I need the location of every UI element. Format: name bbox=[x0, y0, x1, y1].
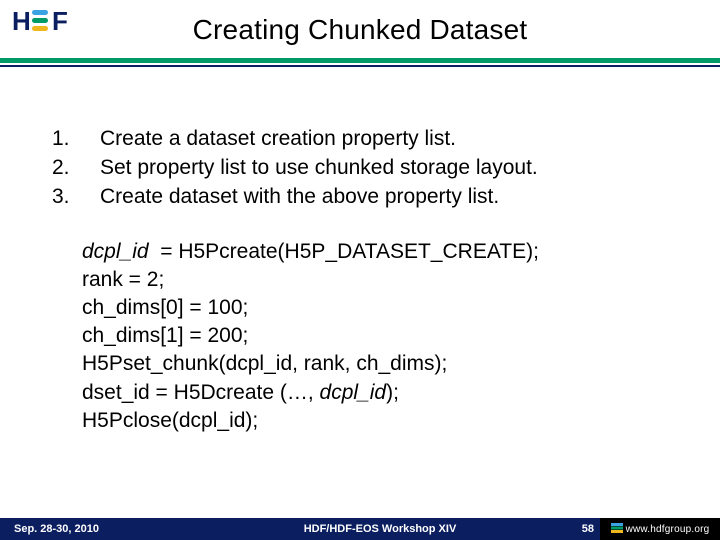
footer-brand: www.hdfgroup.org bbox=[600, 518, 720, 540]
footer-workshop: HDF/HDF-EOS Workshop XIV bbox=[200, 523, 560, 535]
hdf-mini-logo-icon bbox=[611, 523, 623, 536]
slide: H F Creating Chunked Dataset 1. Create a… bbox=[0, 0, 720, 540]
code-line: ch_dims[1] = 200; bbox=[82, 322, 668, 350]
code-line: dset_id = H5Dcreate (…, dcpl_id); bbox=[82, 379, 668, 407]
code-ital: dcpl_id bbox=[320, 381, 387, 404]
code-text: ); bbox=[386, 381, 399, 404]
code-block: dcpl_id = H5Pcreate(H5P_DATASET_CREATE);… bbox=[52, 238, 668, 435]
footer: Sep. 28-30, 2010 HDF/HDF-EOS Workshop XI… bbox=[0, 518, 720, 540]
step-number: 1. bbox=[52, 125, 100, 154]
code-line: H5Pset_chunk(dcpl_id, rank, ch_dims); bbox=[82, 350, 668, 378]
list-item: 2. Set property list to use chunked stor… bbox=[52, 154, 668, 183]
step-number: 2. bbox=[52, 154, 100, 183]
step-number: 3. bbox=[52, 183, 100, 212]
code-text: dset_id = H5Dcreate (…, bbox=[82, 381, 320, 404]
code-line: dcpl_id = H5Pcreate(H5P_DATASET_CREATE); bbox=[82, 238, 668, 266]
svg-text:H: H bbox=[12, 6, 31, 36]
divider-green bbox=[0, 58, 720, 63]
code-line: ch_dims[0] = 100; bbox=[82, 294, 668, 322]
numbered-steps: 1. Create a dataset creation property li… bbox=[52, 125, 668, 212]
code-text: = H5Pcreate(H5P_DATASET_CREATE); bbox=[160, 240, 539, 263]
hdf-logo: H F bbox=[12, 6, 76, 45]
step-text: Create a dataset creation property list. bbox=[100, 125, 456, 154]
code-line: H5Pclose(dcpl_id); bbox=[82, 407, 668, 435]
step-text: Create dataset with the above property l… bbox=[100, 183, 499, 212]
list-item: 3. Create dataset with the above propert… bbox=[52, 183, 668, 212]
footer-page: 58 bbox=[560, 523, 600, 535]
slide-title: Creating Chunked Dataset bbox=[0, 10, 720, 58]
list-item: 1. Create a dataset creation property li… bbox=[52, 125, 668, 154]
footer-date: Sep. 28-30, 2010 bbox=[0, 523, 200, 535]
divider-navy bbox=[0, 65, 720, 67]
step-text: Set property list to use chunked storage… bbox=[100, 154, 538, 183]
footer-url: www.hdfgroup.org bbox=[626, 524, 710, 535]
svg-text:F: F bbox=[52, 6, 68, 36]
slide-body: 1. Create a dataset creation property li… bbox=[0, 67, 720, 435]
header: H F Creating Chunked Dataset bbox=[0, 0, 720, 67]
code-line: rank = 2; bbox=[82, 266, 668, 294]
code-ital: dcpl_id bbox=[82, 240, 149, 263]
